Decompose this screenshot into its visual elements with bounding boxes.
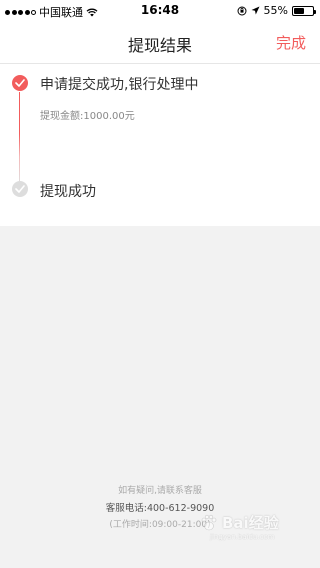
progress-card: 申请提交成功,银行处理中 提现金额:1000.00元 提现成功 [0, 64, 320, 226]
nav-bar: 提现结果 完成 [0, 20, 320, 64]
support-hint: 如有疑问,请联系客服 [118, 486, 202, 496]
watermark-url: jingyan.baidu.com [210, 533, 275, 541]
withdrawal-result-screen: 中国联通 16:48 55% 提现结果 完成 申请提交成功,银行处理中 提现金额… [0, 0, 320, 568]
paw-logo-icon [201, 514, 217, 530]
step-1-title: 申请提交成功,银行处理中 [40, 77, 199, 93]
watermark: Bai经验 [200, 512, 279, 533]
check-icon [15, 185, 25, 193]
battery-fill [294, 7, 304, 14]
done-button[interactable]: 完成 [276, 32, 306, 53]
progress-line [19, 92, 20, 184]
status-bar: 中国联通 16:48 55% [0, 0, 320, 20]
page-title: 提现结果 [127, 36, 192, 55]
withdrawal-amount: 提现金额:1000.00元 [40, 111, 135, 122]
status-right: 55% [237, 4, 316, 17]
orientation-lock-icon [237, 6, 247, 15]
battery-percent: 55% [263, 4, 288, 17]
watermark-text: Bai经验 [222, 514, 279, 532]
step-2-title: 提现成功 [40, 184, 96, 200]
check-icon [15, 79, 25, 87]
step-2-indicator [12, 181, 28, 197]
location-arrow-icon [251, 6, 260, 15]
battery-icon [292, 5, 316, 16]
step-1-indicator [12, 75, 28, 91]
